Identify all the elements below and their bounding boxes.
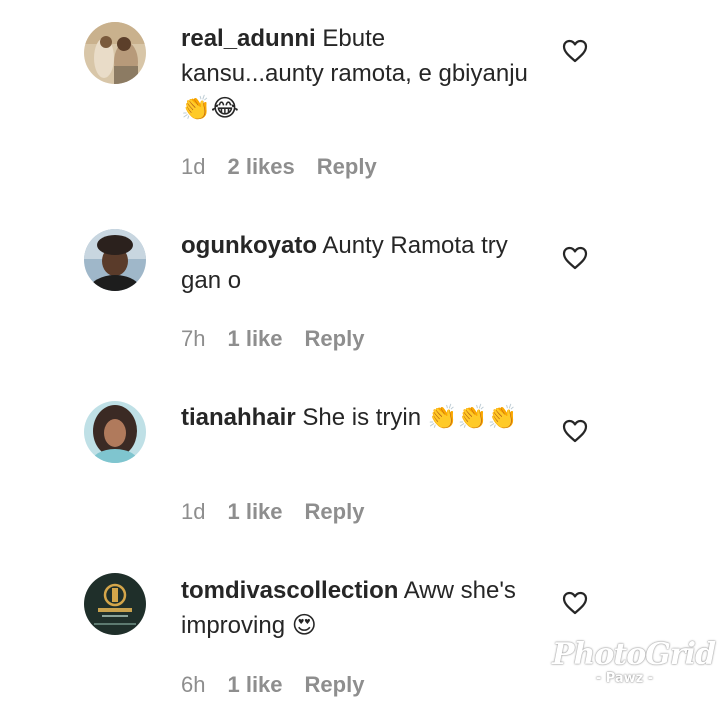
comment-text: tianahhair She is tryin 👏👏👏 — [181, 400, 531, 435]
comment-time: 6h — [181, 672, 206, 697]
comments-list: real_adunni Ebute kansu...aunty ramota, … — [0, 0, 720, 720]
heart-outline-icon[interactable] — [562, 419, 588, 443]
comment-username[interactable]: real_adunni — [181, 25, 316, 52]
comment-likes[interactable]: 1 like — [227, 499, 282, 525]
reply-button[interactable]: Reply — [305, 672, 365, 698]
heart-outline-icon[interactable] — [562, 246, 588, 270]
comment-message: She is tryin — [302, 404, 422, 431]
comment-likes[interactable]: 2 likes — [227, 154, 294, 180]
reply-button[interactable]: Reply — [305, 499, 365, 525]
comment-text: tomdivascollection Aww she's improving 😍 — [181, 573, 531, 643]
watermark-sub: - Pawz - — [595, 671, 654, 686]
avatar[interactable] — [84, 573, 146, 635]
comment-meta: 7h 1 like Reply — [181, 326, 364, 352]
avatar[interactable] — [84, 229, 146, 291]
comment-username[interactable]: tianahhair — [181, 404, 296, 431]
comment-username[interactable]: tomdivascollection — [181, 577, 398, 604]
comment-likes[interactable]: 1 like — [227, 672, 282, 698]
reply-button[interactable]: Reply — [305, 326, 365, 352]
comment-time: 1d — [181, 154, 206, 179]
comment-likes[interactable]: 1 like — [227, 326, 282, 352]
reply-button[interactable]: Reply — [317, 154, 377, 180]
comment-emoji: 😍 — [291, 611, 317, 639]
comment-emoji: 👏👏👏 — [427, 403, 518, 431]
comment-text: real_adunni Ebute kansu...aunty ramota, … — [181, 21, 531, 126]
comment-meta: 6h 1 like Reply — [181, 672, 364, 698]
comment-username[interactable]: ogunkoyato — [181, 232, 317, 259]
watermark-main: PhotoGrid — [552, 637, 716, 672]
comment-emoji: 👏😂 — [181, 94, 239, 122]
comment-meta: 1d 1 like Reply — [181, 499, 364, 525]
photogrid-watermark: PhotoGrid - Pawz - — [552, 637, 716, 686]
avatar[interactable] — [84, 22, 146, 84]
avatar[interactable] — [84, 401, 146, 463]
comment-time: 7h — [181, 326, 206, 351]
heart-outline-icon[interactable] — [562, 591, 588, 615]
heart-outline-icon[interactable] — [562, 39, 588, 63]
comment-meta: 1d 2 likes Reply — [181, 154, 377, 180]
comment-time: 1d — [181, 499, 206, 524]
comment-text: ogunkoyato Aunty Ramota try gan o — [181, 228, 531, 298]
